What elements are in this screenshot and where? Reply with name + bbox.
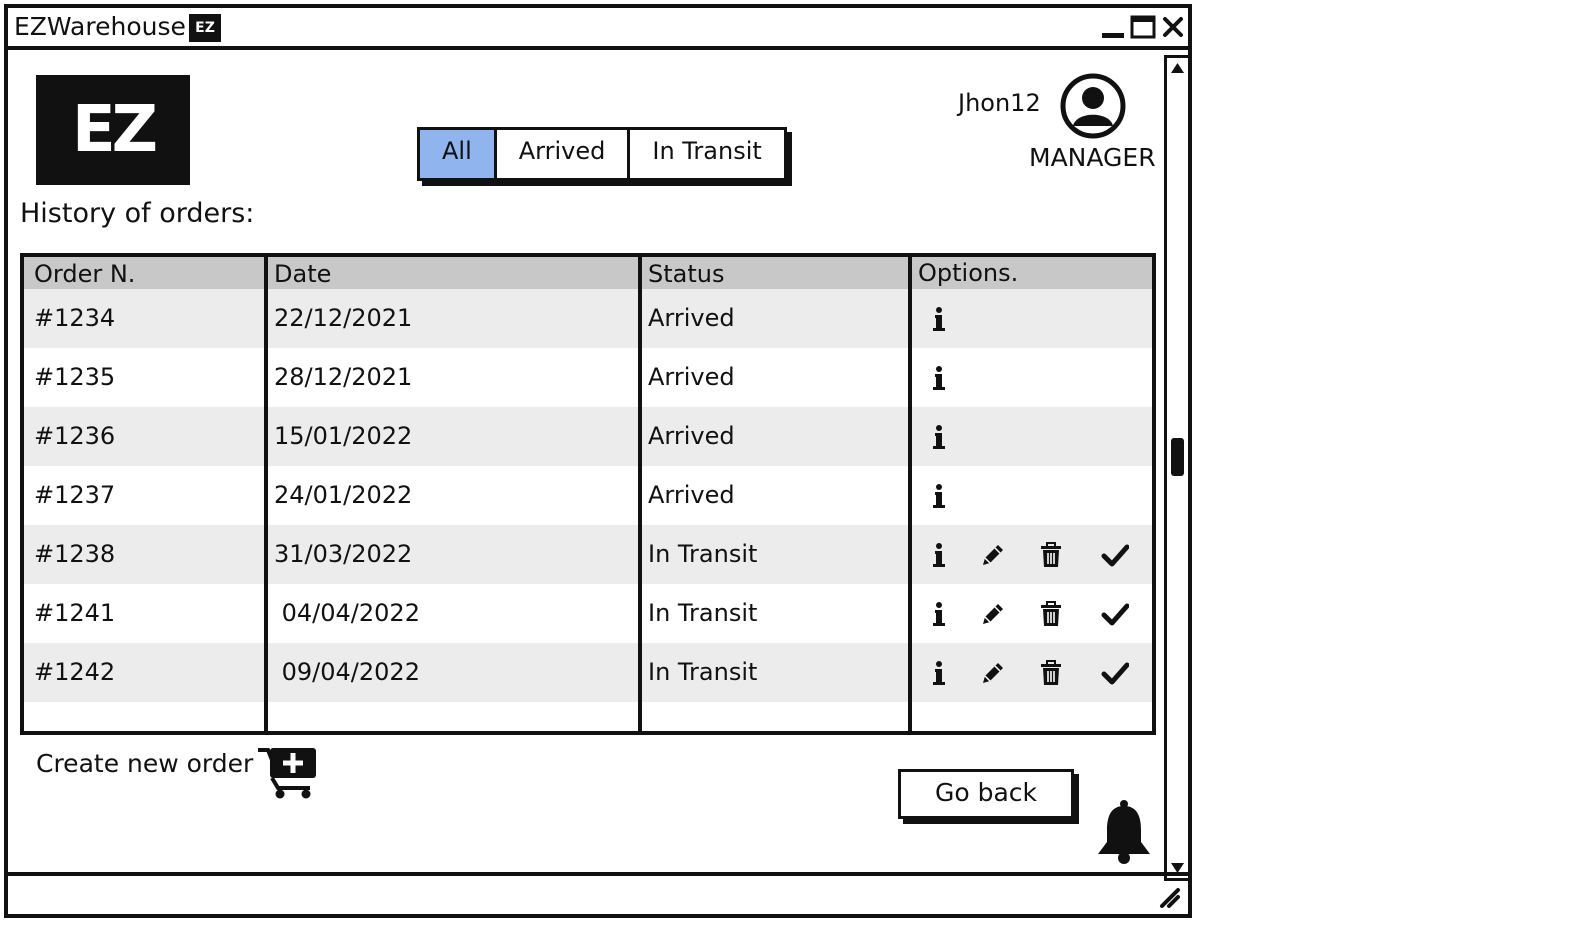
order-number: #1241 [34, 599, 116, 627]
order-options [912, 289, 1152, 348]
table-row: #1242 09/04/2022 In Transit [24, 643, 1152, 702]
table-row: #1236 15/01/2022 Arrived [24, 407, 1152, 466]
column-divider [638, 257, 642, 731]
user-name: Jhon12 [958, 89, 1041, 117]
create-order-label: Create new order [36, 749, 254, 778]
order-options [912, 466, 1152, 525]
order-status: In Transit [648, 599, 758, 627]
check-icon[interactable] [1100, 540, 1130, 570]
scroll-thumb[interactable] [1171, 438, 1184, 476]
column-header-date: Date [274, 260, 332, 288]
table-row: #1238 31/03/2022 In Transit [24, 525, 1152, 584]
window-title: EZWarehouse [14, 12, 186, 41]
info-icon[interactable] [924, 481, 954, 511]
info-icon[interactable] [924, 540, 954, 570]
order-status: Arrived [648, 304, 735, 332]
order-number: #1234 [34, 304, 116, 332]
bell-icon[interactable] [1094, 798, 1154, 866]
order-number: #1238 [34, 540, 116, 568]
order-number: #1236 [34, 422, 116, 450]
go-back-button[interactable]: Go back [898, 769, 1074, 819]
order-options [912, 348, 1152, 407]
info-icon[interactable] [924, 304, 954, 334]
pencil-icon[interactable] [978, 599, 1008, 629]
table-row: #1237 24/01/2022 Arrived [24, 466, 1152, 525]
resize-handle-icon[interactable] [1156, 884, 1182, 910]
info-icon[interactable] [924, 658, 954, 688]
tab-all[interactable]: All [420, 130, 497, 178]
table-body: #1234 22/12/2021 Arrived #1235 28/12/2021 Arr… [24, 289, 1152, 702]
order-number: #1237 [34, 481, 116, 509]
order-date: 22/12/2021 [274, 304, 413, 332]
order-date: 24/01/2022 [274, 481, 413, 509]
minimize-icon[interactable] [1100, 14, 1126, 40]
info-icon[interactable] [924, 363, 954, 393]
title-bar: EZWarehouse EZ [8, 8, 1188, 50]
check-icon[interactable] [1100, 599, 1130, 629]
check-icon[interactable] [1100, 658, 1130, 688]
tab-in-transit[interactable]: In Transit [630, 130, 783, 178]
order-status: Arrived [648, 481, 735, 509]
user-avatar-icon[interactable] [1060, 73, 1126, 139]
column-header-options: Options. [918, 259, 1019, 287]
title-logo: EZ [189, 14, 221, 42]
trash-icon[interactable] [1036, 540, 1066, 570]
order-status: Arrived [648, 422, 735, 450]
order-date: 09/04/2022 [274, 658, 420, 686]
info-icon[interactable] [924, 599, 954, 629]
pencil-icon[interactable] [978, 658, 1008, 688]
scroll-up-icon[interactable] [1169, 60, 1186, 76]
order-options [912, 643, 1152, 702]
order-date: 15/01/2022 [274, 422, 413, 450]
tab-arrived[interactable]: Arrived [497, 130, 631, 178]
column-header-status: Status [648, 260, 725, 288]
order-number: #1242 [34, 658, 116, 686]
order-date: 04/04/2022 [274, 599, 420, 627]
order-status: In Transit [648, 540, 758, 568]
app-window: EZWarehouse EZ EZ All Arrived In Transit… [4, 4, 1192, 918]
order-options [912, 525, 1152, 584]
filter-tabs: All Arrived In Transit [417, 127, 787, 181]
table-row: #1241 04/04/2022 In Transit [24, 584, 1152, 643]
company-logo: EZ [36, 75, 190, 185]
table-row: #1235 28/12/2021 Arrived [24, 348, 1152, 407]
info-icon[interactable] [924, 422, 954, 452]
table-row: #1234 22/12/2021 Arrived [24, 289, 1152, 348]
add-to-cart-icon[interactable] [256, 744, 318, 800]
column-divider [908, 257, 912, 731]
pencil-icon[interactable] [978, 540, 1008, 570]
table-header: Order N. Date Status Options. [24, 257, 1152, 289]
user-role: MANAGER [1029, 143, 1156, 172]
trash-icon[interactable] [1036, 599, 1066, 629]
vertical-scrollbar[interactable] [1164, 55, 1191, 881]
column-divider [264, 257, 268, 731]
order-options [912, 407, 1152, 466]
order-date: 31/03/2022 [274, 540, 413, 568]
orders-table: Order N. Date Status Options. #1234 22/12… [20, 253, 1156, 735]
order-status: Arrived [648, 363, 735, 391]
status-bar [8, 872, 1188, 914]
history-heading: History of orders: [20, 198, 255, 229]
order-date: 28/12/2021 [274, 363, 413, 391]
order-options [912, 584, 1152, 643]
order-number: #1235 [34, 363, 116, 391]
column-header-order: Order N. [34, 260, 136, 288]
trash-icon[interactable] [1036, 658, 1066, 688]
maximize-icon[interactable] [1130, 14, 1156, 40]
close-icon[interactable] [1160, 14, 1186, 40]
order-status: In Transit [648, 658, 758, 686]
